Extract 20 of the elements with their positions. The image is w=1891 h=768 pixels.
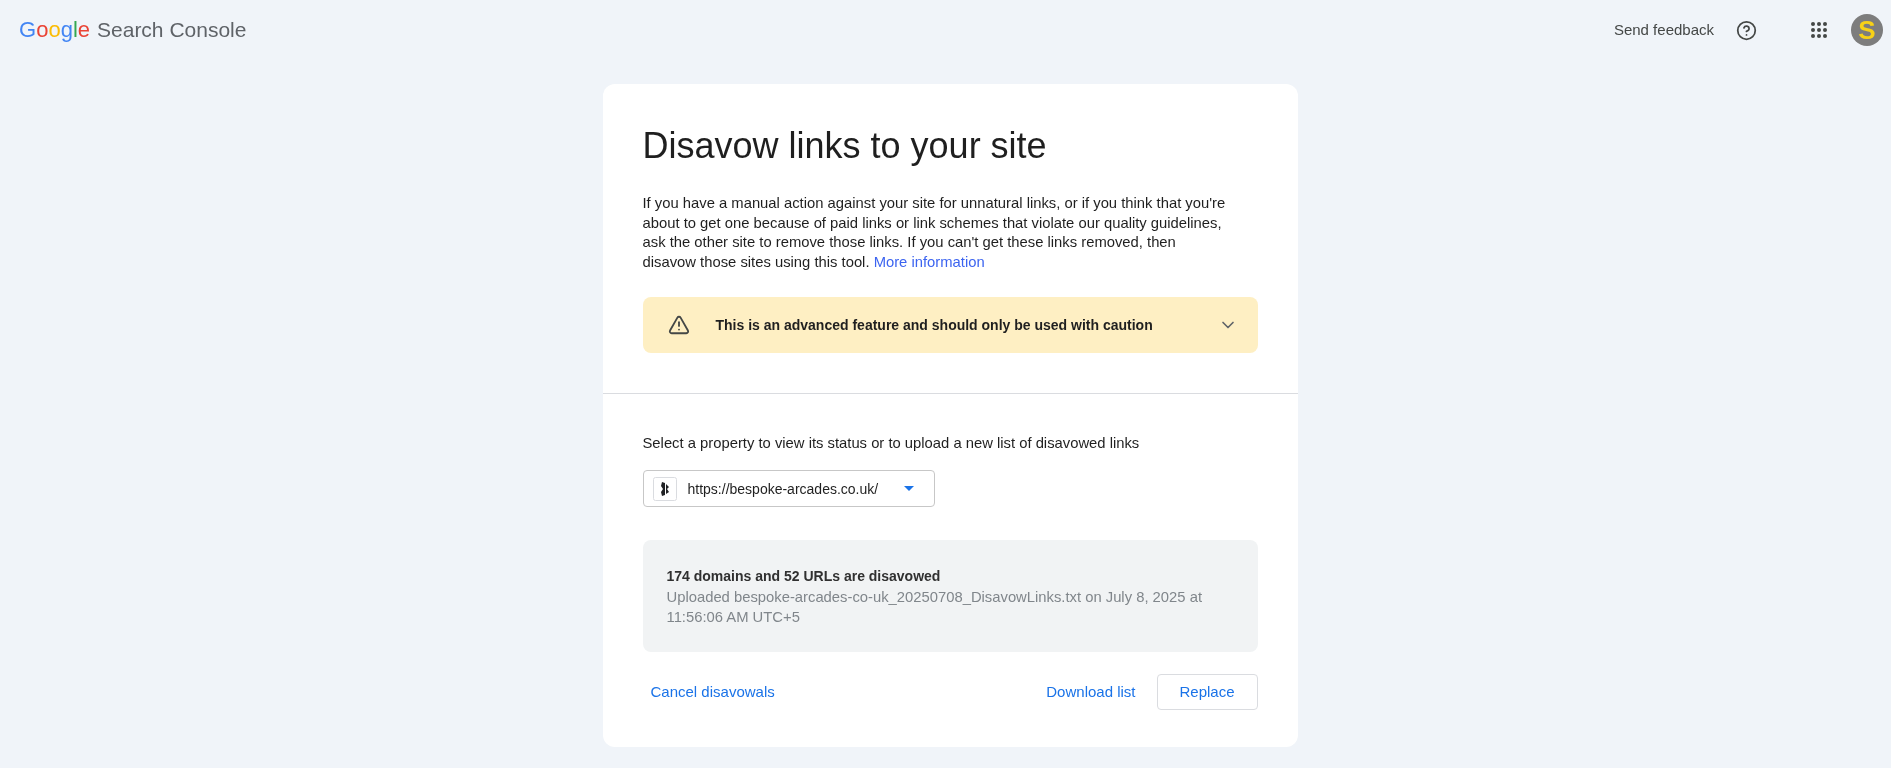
property-select[interactable]: https://bespoke-arcades.co.uk/ <box>642 470 935 507</box>
emblem-icon <box>652 476 677 501</box>
upload-details: Uploaded bespoke-arcades-co-uk_20250708_DisavowLinks.txt on July 8, 2025 at 11:56:06 AM UTC+5 <box>666 588 1203 627</box>
page-title: Disavow links to your site <box>642 124 1048 168</box>
product-name: Search Console <box>97 17 247 43</box>
text-button[interactable]: Download list <box>1038 674 1144 710</box>
google-logo[interactable]: Google <box>19 16 90 44</box>
help-icon[interactable] <box>1736 19 1757 41</box>
outlined-button[interactable]: Replace <box>1156 674 1258 710</box>
send-feedback-button[interactable]: Send feedback <box>1613 20 1714 40</box>
account-avatar[interactable]: S <box>1851 14 1883 46</box>
apps-grid-icon[interactable] <box>1811 22 1827 38</box>
warning-icon <box>667 314 690 336</box>
intro-paragraph: If you have a manual action against your site for unnatural links, or if you think that you're about to get one because of paid links or link schemes that violate our quality guidelines, ask the other site to remove those links. If you can't get these links removed, then disavow those sites using this tool. More information <box>642 194 1227 272</box>
dropdown-caret-icon <box>903 486 914 491</box>
more-information-link[interactable]: More information <box>873 253 985 270</box>
status-headline: 174 domains and 52 URLs are disavowed <box>666 567 942 586</box>
text-button[interactable]: Cancel disavowals <box>642 674 783 710</box>
caution-banner[interactable]: This is an advanced feature and should only be used with caution <box>642 297 1258 353</box>
property-prompt: Select a property to view its status or to upload a new list of disavowed links <box>642 434 1141 453</box>
